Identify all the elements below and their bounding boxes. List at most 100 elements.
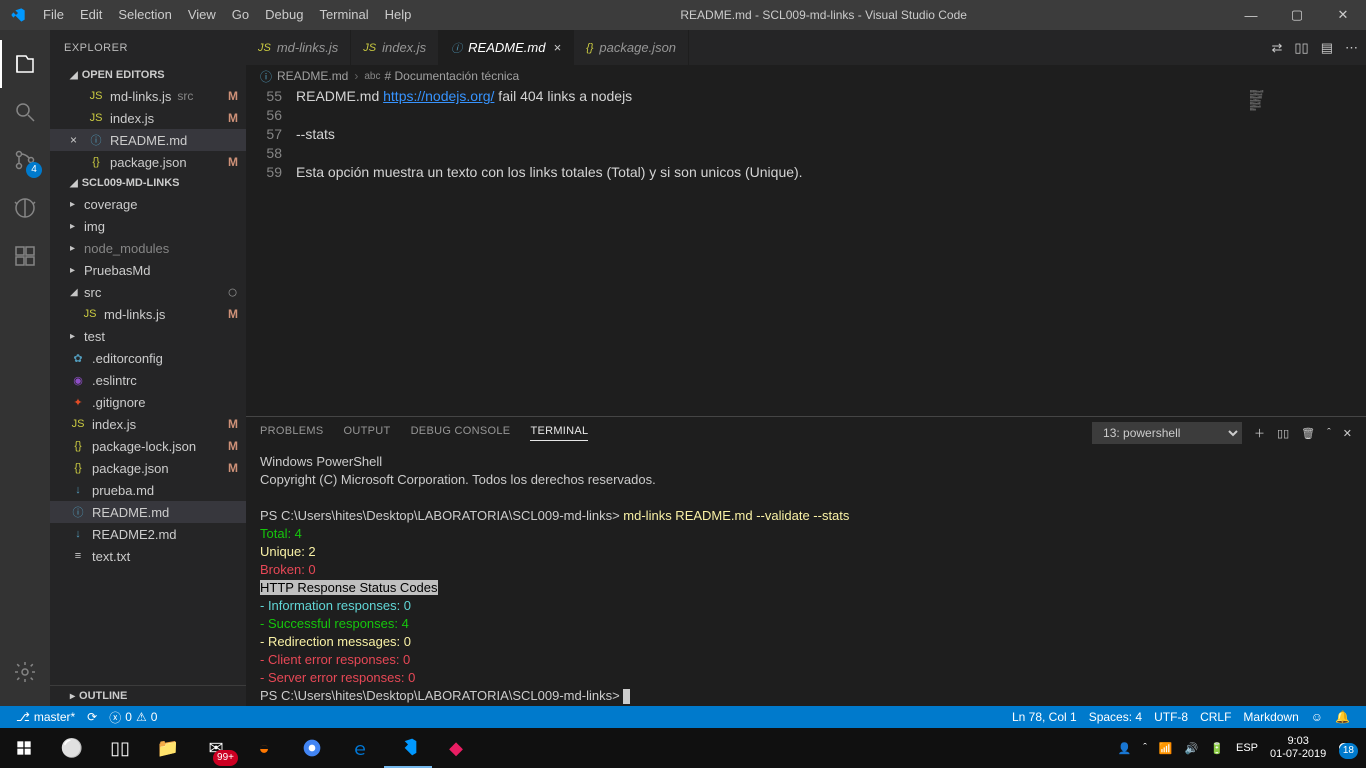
encoding[interactable]: UTF-8	[1148, 710, 1194, 724]
cursor-position[interactable]: Ln 78, Col 1	[1006, 710, 1083, 724]
menu-debug[interactable]: Debug	[257, 0, 311, 30]
close-button[interactable]: ✕	[1320, 0, 1366, 30]
file-item[interactable]: ↓prueba.md	[50, 479, 246, 501]
tray-up-icon[interactable]: ˆ	[1143, 742, 1147, 754]
preview-icon[interactable]: ▤	[1321, 40, 1333, 56]
menu-terminal[interactable]: Terminal	[311, 0, 376, 30]
folder-item[interactable]: ▸coverage	[50, 193, 246, 215]
file-item[interactable]: ⓘREADME.md	[50, 501, 246, 523]
folder-item[interactable]: ▸img	[50, 215, 246, 237]
panel-tabs: PROBLEMS OUTPUT DEBUG CONSOLE TERMINAL 13: …	[246, 417, 1366, 449]
project-section[interactable]: ◢SCL009-MD-LINKS	[50, 173, 246, 193]
file-item[interactable]: ✦.gitignore	[50, 391, 246, 413]
open-editor-item[interactable]: JSmd-links.jssrcM	[50, 85, 246, 107]
wifi-icon[interactable]: 📶	[1159, 742, 1173, 755]
terminal-line: - Redirection messages: 0	[260, 633, 1352, 651]
split-terminal-icon[interactable]: ▯▯	[1277, 427, 1289, 440]
folder-item[interactable]: ▸PruebasMd	[50, 259, 246, 281]
menu-file[interactable]: File	[35, 0, 72, 30]
panel: PROBLEMS OUTPUT DEBUG CONSOLE TERMINAL 13: …	[246, 416, 1366, 706]
menu-view[interactable]: View	[180, 0, 224, 30]
file-item[interactable]: JSindex.jsM	[50, 413, 246, 435]
cortana-search-icon[interactable]: ⚪	[48, 728, 96, 768]
feedback-icon[interactable]: ☺	[1305, 710, 1329, 724]
code-editor[interactable]: 5556575859 README.md https://nodejs.org/…	[246, 87, 1366, 416]
editor-tab[interactable]: ⓘREADME.md×	[439, 30, 574, 65]
file-item[interactable]: {}package-lock.jsonM	[50, 435, 246, 457]
close-tab-icon[interactable]: ×	[553, 40, 561, 55]
minimize-button[interactable]: ―	[1228, 0, 1274, 30]
panel-tab-problems[interactable]: PROBLEMS	[260, 425, 324, 441]
file-item[interactable]: JSmd-links.jsM	[50, 303, 246, 325]
editor-tab[interactable]: {}package.json	[574, 30, 689, 65]
file-name: package.json	[92, 461, 169, 476]
maximize-panel-icon[interactable]: ˆ	[1327, 427, 1331, 439]
file-item[interactable]: {}package.jsonM	[50, 457, 246, 479]
editor-tab[interactable]: JSmd-links.js	[246, 30, 351, 65]
app-icon[interactable]: ◆	[432, 728, 480, 768]
task-view-icon[interactable]: ▯▯	[96, 728, 144, 768]
explorer-icon[interactable]	[0, 40, 50, 88]
open-editor-item[interactable]: JSindex.jsM	[50, 107, 246, 129]
volume-icon[interactable]: 🔊	[1185, 742, 1199, 755]
split-editor-icon[interactable]: ▯▯	[1294, 40, 1308, 56]
notifications-icon[interactable]: 🔔	[1329, 710, 1356, 724]
menu-go[interactable]: Go	[224, 0, 257, 30]
dirty-indicator-icon: ○	[227, 287, 238, 297]
new-terminal-icon[interactable]: ＋	[1254, 425, 1265, 441]
menu-selection[interactable]: Selection	[110, 0, 179, 30]
action-center-icon[interactable]: 💬18	[1338, 742, 1352, 755]
close-editor-icon[interactable]: ×	[70, 133, 84, 147]
panel-tab-debug-console[interactable]: DEBUG CONSOLE	[411, 425, 511, 441]
language-mode[interactable]: Markdown	[1237, 710, 1304, 724]
git-status: M	[228, 461, 238, 475]
close-panel-icon[interactable]: ✕	[1343, 427, 1352, 440]
outline-section[interactable]: ▸OUTLINE	[50, 685, 246, 706]
vscode-taskbar-icon[interactable]	[384, 728, 432, 768]
terminal-selector[interactable]: 13: powershell	[1092, 422, 1242, 444]
menu-edit[interactable]: Edit	[72, 0, 110, 30]
more-actions-icon[interactable]: ⋯	[1345, 40, 1358, 56]
maximize-button[interactable]: ▢	[1274, 0, 1320, 30]
search-icon[interactable]	[0, 88, 50, 136]
people-icon[interactable]: 👤	[1118, 742, 1132, 755]
battery-icon[interactable]: 🔋	[1210, 742, 1224, 755]
problems-status[interactable]: ⓧ0 ⚠0	[103, 709, 163, 726]
settings-gear-icon[interactable]	[0, 648, 50, 696]
eol[interactable]: CRLF	[1194, 710, 1237, 724]
panel-tab-output[interactable]: OUTPUT	[344, 425, 391, 441]
editor-tab[interactable]: JSindex.js	[351, 30, 439, 65]
terminal-output[interactable]: Windows PowerShell Copyright (C) Microso…	[246, 449, 1366, 706]
kill-terminal-icon[interactable]: 🗑	[1301, 427, 1315, 440]
folder-item[interactable]: ▸test	[50, 325, 246, 347]
debug-icon[interactable]	[0, 184, 50, 232]
breadcrumb[interactable]: ⓘ README.md › abc # Documentación técnic…	[246, 65, 1366, 87]
start-button[interactable]	[0, 728, 48, 768]
sync-button[interactable]: ⟳	[81, 710, 103, 724]
open-editor-item[interactable]: ×ⓘREADME.md	[50, 129, 246, 151]
editor-tabs: JSmd-links.jsJSindex.jsⓘREADME.md×{}pack…	[246, 30, 1366, 65]
file-item[interactable]: ↓README2.md	[50, 523, 246, 545]
extensions-icon[interactable]	[0, 232, 50, 280]
file-item[interactable]: ≡text.txt	[50, 545, 246, 567]
compare-changes-icon[interactable]: ⇄	[1271, 40, 1282, 56]
avast-icon[interactable]: ◒	[240, 728, 288, 768]
folder-item[interactable]: ◢src○	[50, 281, 246, 303]
folder-item[interactable]: ▸node_modules	[50, 237, 246, 259]
clock[interactable]: 9:0301-07-2019	[1270, 735, 1326, 761]
menu-help[interactable]: Help	[377, 0, 420, 30]
open-editors-section[interactable]: ◢OPEN EDITORS	[50, 65, 246, 85]
mail-icon[interactable]: ✉99+	[192, 728, 240, 768]
file-item[interactable]: ✿.editorconfig	[50, 347, 246, 369]
chrome-icon[interactable]	[288, 728, 336, 768]
panel-tab-terminal[interactable]: TERMINAL	[530, 425, 588, 441]
indentation[interactable]: Spaces: 4	[1083, 710, 1148, 724]
scm-icon[interactable]: 4	[0, 136, 50, 184]
keyboard-lang[interactable]: ESP	[1236, 742, 1258, 754]
git-branch[interactable]: ⎇master*	[10, 710, 81, 724]
file-item[interactable]: ◉.eslintrc	[50, 369, 246, 391]
file-explorer-icon[interactable]: 📁	[144, 728, 192, 768]
edge-icon[interactable]: ｅ	[336, 728, 384, 768]
minimap[interactable]: ████▇▆▅▇█▆▅▇█▇▆▅▇██▇▆▅▇██▆▅▇█▇▆▅██▇▆▅▇█▆…	[1246, 87, 1366, 416]
open-editor-item[interactable]: {}package.jsonM	[50, 151, 246, 173]
